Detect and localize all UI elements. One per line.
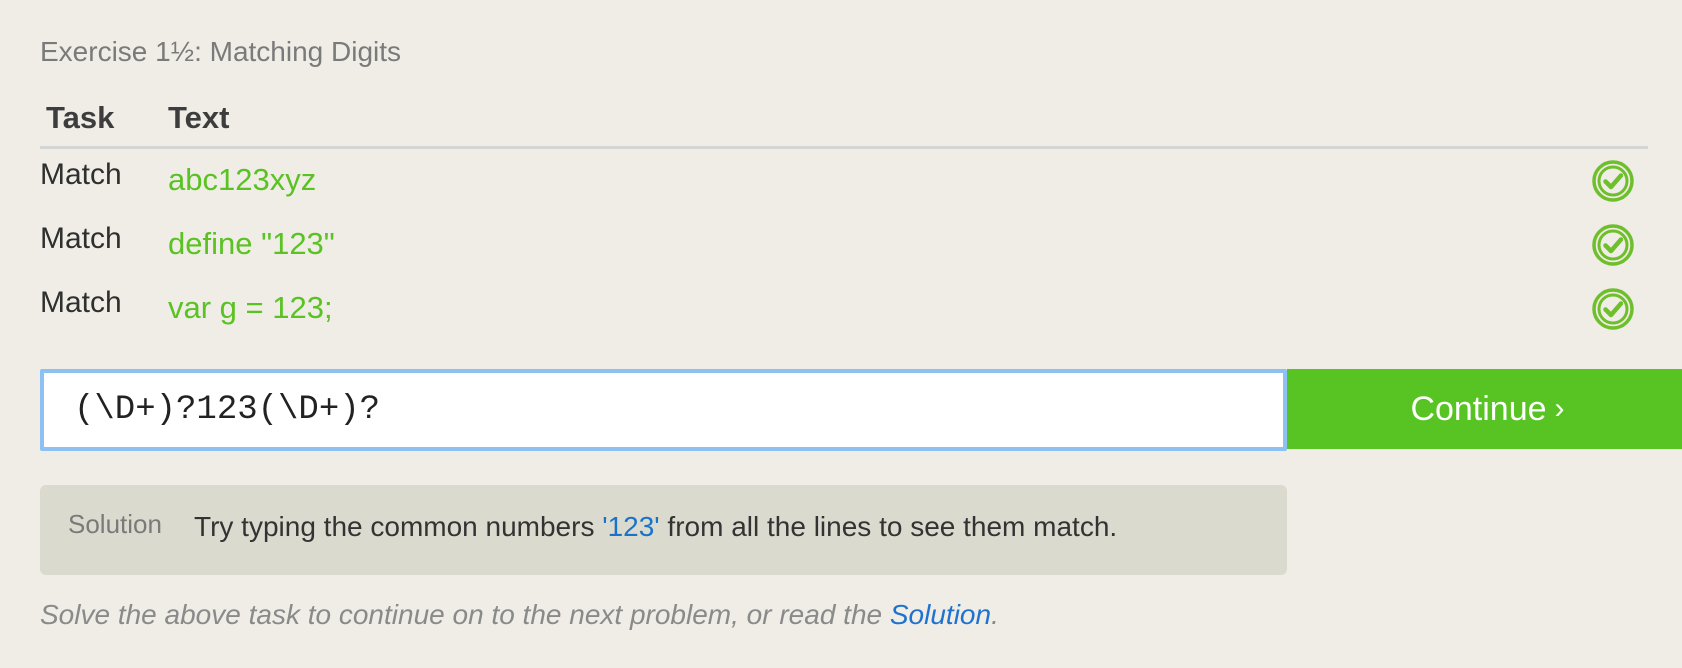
check-circle-icon bbox=[1592, 288, 1634, 330]
table-header: Task Text bbox=[40, 96, 1648, 149]
continue-button[interactable]: Continue › bbox=[1287, 369, 1682, 449]
task-row: Match abc123xyz bbox=[40, 158, 1648, 222]
column-header-task: Task bbox=[46, 100, 115, 135]
footer-text-before: Solve the above task to continue on to t… bbox=[40, 599, 890, 630]
solution-text: Try typing the common numbers '123' from… bbox=[194, 511, 1117, 543]
chevron-right-icon: › bbox=[1554, 392, 1565, 425]
solution-hint-box: Solution Try typing the common numbers '… bbox=[40, 485, 1287, 575]
row-task-label: Match bbox=[40, 222, 122, 255]
row-text: abc123xyz bbox=[168, 162, 317, 197]
check-circle-icon bbox=[1592, 160, 1634, 202]
solution-text-after: from all the lines to see them match. bbox=[659, 511, 1118, 542]
row-text: var g = 123; bbox=[168, 290, 333, 325]
regex-input[interactable] bbox=[40, 369, 1287, 451]
row-task-label: Match bbox=[40, 286, 122, 319]
task-row: Match var g = 123; bbox=[40, 286, 1648, 350]
footer-text-after: . bbox=[991, 599, 999, 630]
solution-link[interactable]: Solution bbox=[890, 599, 991, 630]
solution-text-before: Try typing the common numbers bbox=[194, 511, 603, 542]
task-row: Match define "123" bbox=[40, 222, 1648, 286]
exercise-title: Exercise 1½: Matching Digits bbox=[40, 36, 402, 67]
column-header-text: Text bbox=[168, 100, 230, 135]
row-task-label: Match bbox=[40, 158, 122, 191]
regex-input-row: Continue › bbox=[40, 369, 1682, 451]
footer-note: Solve the above task to continue on to t… bbox=[40, 599, 999, 631]
solution-highlight: '123' bbox=[602, 511, 660, 542]
check-circle-icon bbox=[1592, 224, 1634, 266]
solution-label: Solution bbox=[68, 509, 162, 539]
row-text: define "123" bbox=[168, 226, 335, 261]
continue-button-label: Continue bbox=[1410, 389, 1547, 428]
